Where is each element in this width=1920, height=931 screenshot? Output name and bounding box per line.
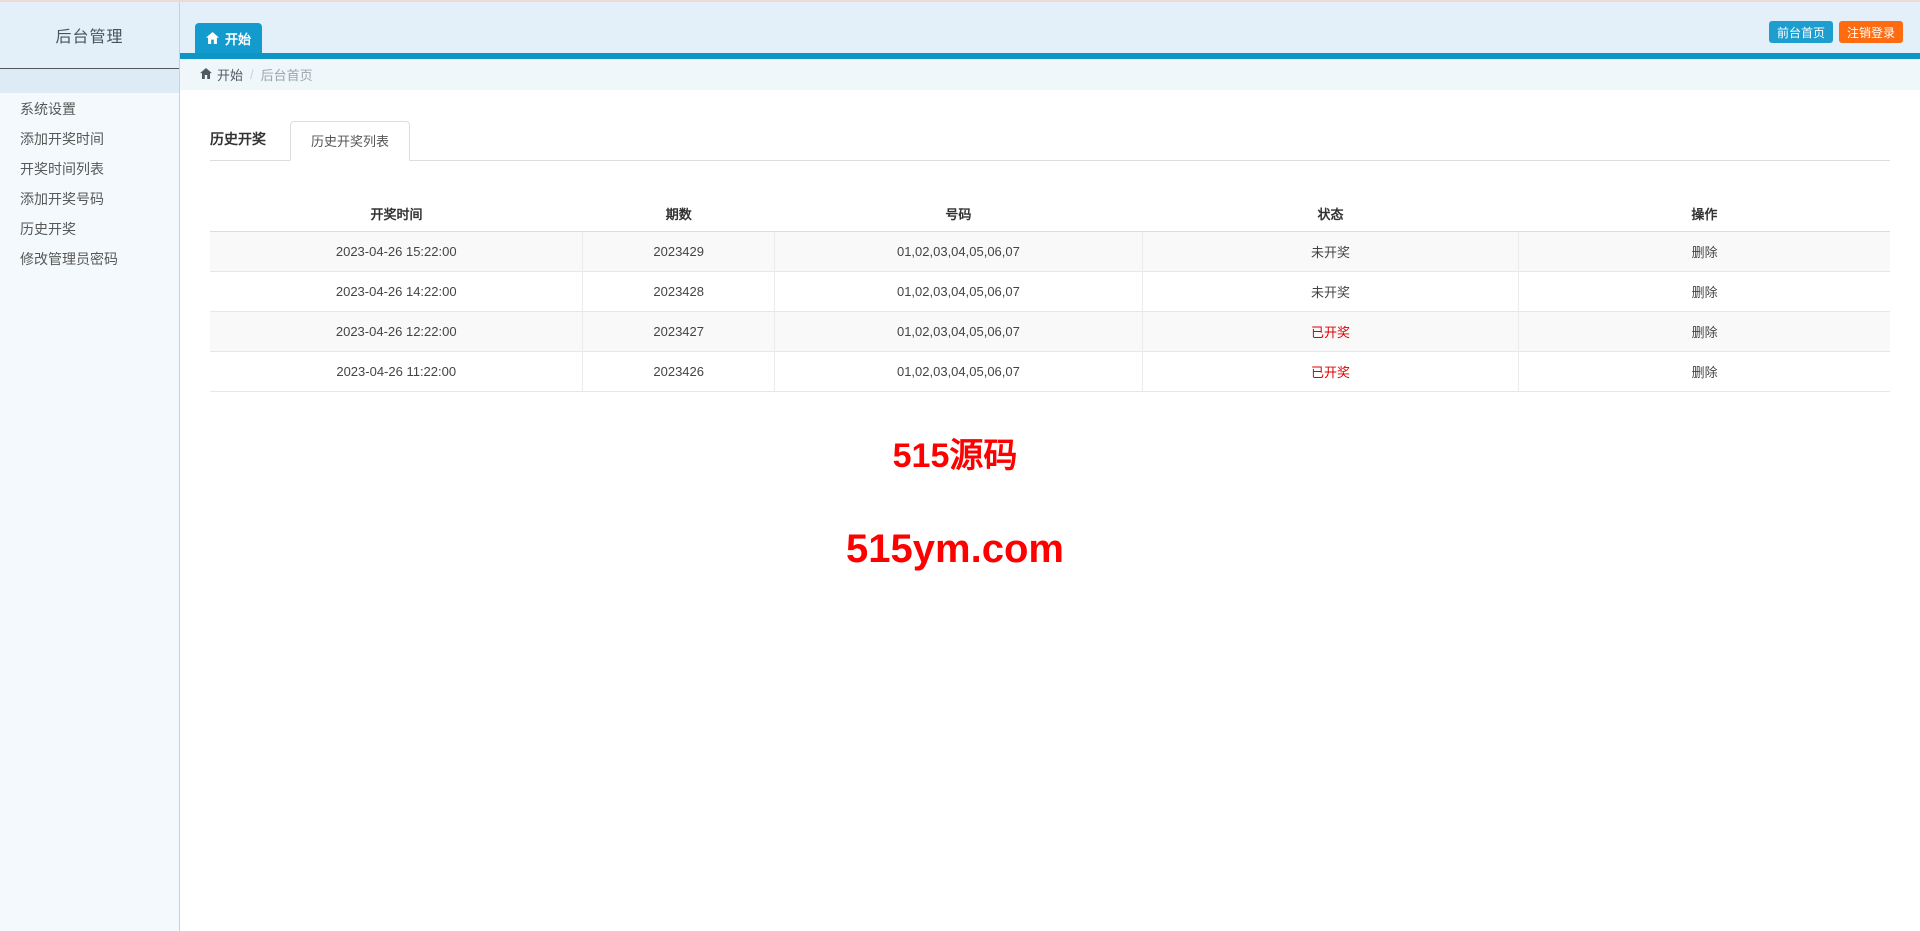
cell-period: 2023426 [583,352,775,392]
cell-numbers: 01,02,03,04,05,06,07 [774,352,1142,392]
cell-time: 2023-04-26 15:22:00 [210,232,583,272]
cell-status: 未开奖 [1142,232,1518,272]
delete-link[interactable]: 删除 [1519,272,1890,312]
tab-history-lottery[interactable]: 历史开奖 [210,120,266,160]
cell-status: 已开奖 [1142,312,1518,352]
breadcrumb-home-label: 开始 [217,65,243,84]
sidebar-shortcuts-band [0,69,179,93]
home-icon [200,67,212,82]
app-title: 后台管理 [55,23,123,47]
delete-link[interactable]: 删除 [1519,232,1890,272]
front-home-button[interactable]: 前台首页 [1769,21,1833,43]
cell-time: 2023-04-26 12:22:00 [210,312,583,352]
watermark-line2: 515ym.com [210,525,1700,573]
cell-period: 2023428 [583,272,775,312]
table-row: 2023-04-26 11:22:00202342601,02,03,04,05… [210,352,1890,392]
top-tab-label: 开始 [225,29,251,48]
sidebar: 后台管理 系统设置添加开奖时间开奖时间列表添加开奖号码历史开奖修改管理员密码 [0,2,180,931]
cell-numbers: 01,02,03,04,05,06,07 [774,312,1142,352]
cell-period: 2023429 [583,232,775,272]
cell-period: 2023427 [583,312,775,352]
cell-status: 未开奖 [1142,272,1518,312]
column-header: 开奖时间 [210,196,583,232]
delete-link[interactable]: 删除 [1692,325,1718,340]
delete-link[interactable]: 删除 [1692,365,1718,380]
sidebar-item-1[interactable]: 添加开奖时间 [0,124,179,154]
cell-time: 2023-04-26 11:22:00 [210,352,583,392]
table-row: 2023-04-26 15:22:00202342901,02,03,04,05… [210,232,1890,272]
logout-button[interactable]: 注销登录 [1839,21,1903,43]
sidebar-item-4[interactable]: 历史开奖 [0,214,179,244]
breadcrumb: 开始 / 后台首页 [180,59,1920,90]
delete-link[interactable]: 删除 [1692,245,1718,260]
column-header: 状态 [1142,196,1518,232]
sidebar-menu: 系统设置添加开奖时间开奖时间列表添加开奖号码历史开奖修改管理员密码 [0,93,179,931]
top-tab-start[interactable]: 开始 [195,23,262,53]
watermark: 515源码 515ym.com [210,436,1890,573]
tab-history-lottery-list[interactable]: 历史开奖列表 [290,121,410,161]
sidebar-item-5[interactable]: 修改管理员密码 [0,244,179,274]
cell-numbers: 01,02,03,04,05,06,07 [774,272,1142,312]
sidebar-item-2[interactable]: 开奖时间列表 [0,154,179,184]
lottery-table-header: 开奖时间期数号码状态操作 [210,196,1890,232]
watermark-line1: 515源码 [210,436,1700,477]
cell-time: 2023-04-26 14:22:00 [210,272,583,312]
content-panel: 历史开奖 历史开奖列表 开奖时间期数号码状态操作 2023-04-26 15:2… [180,90,1920,931]
breadcrumb-separator: / [250,67,254,82]
column-header: 号码 [774,196,1142,232]
breadcrumb-current: 后台首页 [261,65,313,84]
column-header: 操作 [1519,196,1890,232]
header-row: 开奖时间期数号码状态操作 [210,196,1890,232]
delete-link[interactable]: 删除 [1519,352,1890,392]
delete-link[interactable]: 删除 [1519,312,1890,352]
cell-numbers: 01,02,03,04,05,06,07 [774,232,1142,272]
sidebar-item-3[interactable]: 添加开奖号码 [0,184,179,214]
breadcrumb-home-link[interactable]: 开始 [200,65,243,84]
cell-status: 已开奖 [1142,352,1518,392]
header-buttons: 前台首页 注销登录 [1769,21,1903,43]
content-tabs: 历史开奖 历史开奖列表 [210,120,1890,161]
top-nav-bar: 开始 前台首页 注销登录 [180,2,1920,53]
column-header: 期数 [583,196,775,232]
home-icon [206,32,219,44]
main-area: 开始 前台首页 注销登录 开始 / 后台首页 历史开奖 历史开奖列表 [180,2,1920,931]
sidebar-header: 后台管理 [0,2,179,68]
table-row: 2023-04-26 12:22:00202342701,02,03,04,05… [210,312,1890,352]
sidebar-item-0[interactable]: 系统设置 [0,94,179,124]
delete-link[interactable]: 删除 [1692,285,1718,300]
lottery-table-body: 2023-04-26 15:22:00202342901,02,03,04,05… [210,232,1890,392]
page: 后台管理 系统设置添加开奖时间开奖时间列表添加开奖号码历史开奖修改管理员密码 开… [0,2,1920,931]
lottery-table: 开奖时间期数号码状态操作 2023-04-26 15:22:0020234290… [210,196,1890,392]
table-row: 2023-04-26 14:22:00202342801,02,03,04,05… [210,272,1890,312]
